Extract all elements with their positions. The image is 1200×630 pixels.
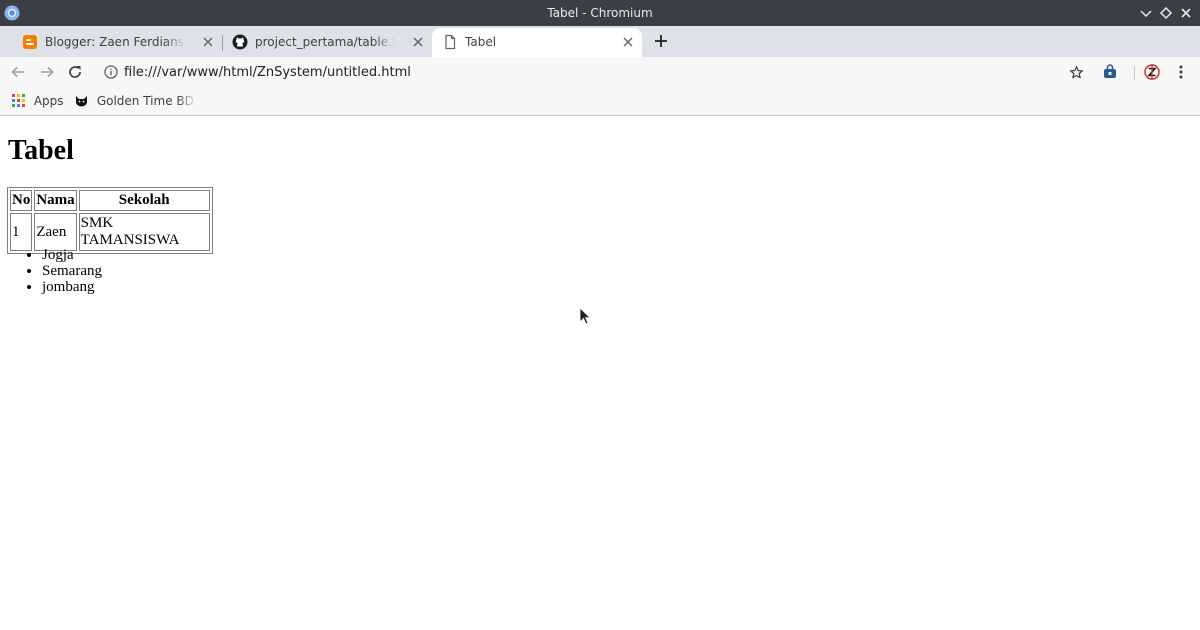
data-table: No Nama Sekolah 1 Zaen SMK TAMANSISWA <box>7 187 213 254</box>
maximize-diamond-icon[interactable] <box>1158 5 1174 21</box>
table-header-row: No Nama Sekolah <box>10 190 210 211</box>
extension-bag-icon[interactable] <box>1102 64 1118 80</box>
mouse-cursor-icon <box>579 307 591 325</box>
close-icon[interactable] <box>622 36 634 48</box>
bookmark-label: Golden Time BD (E <box>96 94 197 108</box>
new-tab-icon[interactable] <box>652 32 670 50</box>
address-bar[interactable]: file:///var/www/html/ZnSystem/untitled.h… <box>96 59 1092 86</box>
minimize-chevron-icon[interactable] <box>1138 5 1154 21</box>
tab-tabel[interactable]: Tabel <box>432 28 642 57</box>
document-icon <box>445 34 456 50</box>
list-item: jombang <box>42 279 102 295</box>
tab-label: project_pertama/table.html a <box>255 35 395 49</box>
forward-arrow-icon[interactable] <box>39 64 55 80</box>
city-list: Jogja Semarang jombang <box>42 247 102 295</box>
close-window-icon[interactable] <box>1178 5 1194 21</box>
bookmark-apps[interactable]: Apps <box>12 94 64 108</box>
header-no: No <box>10 190 33 211</box>
profile-extension-icon[interactable] <box>1144 64 1160 80</box>
url-text[interactable]: file:///var/www/html/ZnSystem/untitled.h… <box>124 65 411 80</box>
cell-nama: Zaen <box>34 213 77 251</box>
browser-toolbar: file:///var/www/html/ZnSystem/untitled.h… <box>0 57 1200 87</box>
cat-icon <box>76 96 87 107</box>
bookmarks-bar: Apps Golden Time BD (E <box>0 87 1200 116</box>
blogger-icon <box>23 35 37 49</box>
table-row: 1 Zaen SMK TAMANSISWA <box>10 213 210 251</box>
window-title: Tabel - Chromium <box>547 6 653 20</box>
close-icon[interactable] <box>412 36 424 48</box>
tab-blogger[interactable]: Blogger: Zaen Ferdiansyah - A <box>12 28 222 57</box>
list-item: Jogja <box>42 247 102 263</box>
page-heading: Tabel <box>8 135 74 166</box>
back-arrow-icon[interactable] <box>10 64 26 80</box>
tab-strip: Blogger: Zaen Ferdiansyah - A project_pe… <box>0 26 1200 57</box>
reload-icon[interactable] <box>67 64 83 80</box>
list-item: Semarang <box>42 263 102 279</box>
apps-grid-icon <box>12 94 25 107</box>
github-icon <box>232 34 248 50</box>
header-nama: Nama <box>34 190 77 211</box>
close-icon[interactable] <box>202 36 214 48</box>
tab-github[interactable]: project_pertama/table.html a <box>222 28 432 57</box>
info-icon[interactable] <box>104 65 118 79</box>
header-sekolah: Sekolah <box>78 190 210 211</box>
page-content: Tabel No Nama Sekolah 1 Zaen SMK TAMANSI… <box>0 117 1200 630</box>
cell-no: 1 <box>10 213 33 251</box>
cell-sekolah: SMK TAMANSISWA <box>78 213 210 251</box>
window-titlebar: Tabel - Chromium <box>0 0 1200 26</box>
bookmark-star-icon[interactable] <box>1069 65 1084 80</box>
tab-label: Tabel <box>465 35 497 49</box>
toolbar-divider <box>1134 66 1135 80</box>
bookmark-golden-time[interactable]: Golden Time BD (E <box>75 94 197 108</box>
menu-kebab-icon[interactable] <box>1173 64 1189 80</box>
bookmark-label: Apps <box>33 94 64 108</box>
tab-label: Blogger: Zaen Ferdiansyah - A <box>45 35 185 49</box>
